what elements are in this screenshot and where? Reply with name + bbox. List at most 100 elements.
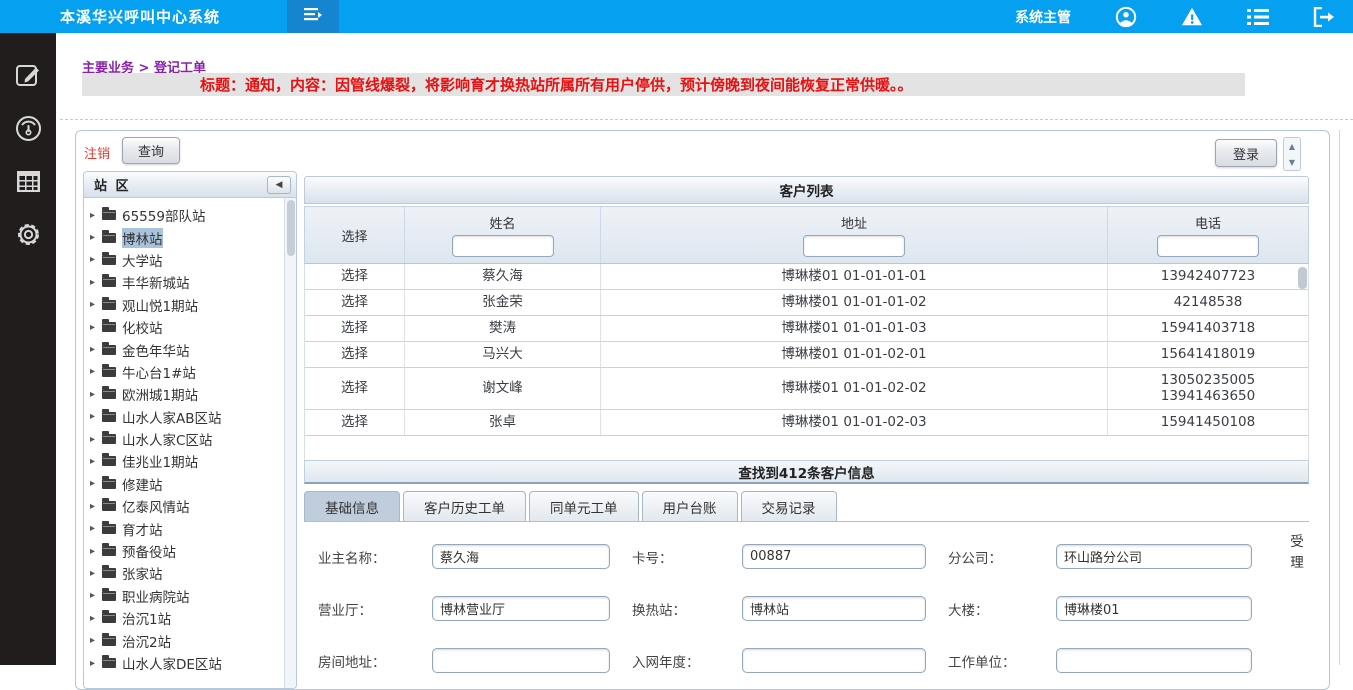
card-number-field[interactable] — [742, 544, 926, 569]
customer-rows: 选择蔡久海博琳楼01 01-01-01-0113942407723选择张金荣博琳… — [304, 264, 1309, 460]
caret-right-icon[interactable]: ▸ — [90, 523, 102, 534]
table-row: 选择谢文峰博琳楼01 01-01-02-0213050235005 139414… — [305, 368, 1308, 411]
row-phone: 15941403718 — [1108, 316, 1308, 341]
room-address-field[interactable] — [432, 648, 610, 673]
tab-same-unit-orders[interactable]: 同单元工单 — [529, 491, 639, 521]
row-select-link[interactable]: 选择 — [305, 290, 405, 315]
tree-item[interactable]: ▸欧洲城1期站 — [90, 383, 296, 405]
grid-table-icon[interactable] — [14, 167, 42, 195]
menu-list-icon[interactable] — [1247, 6, 1269, 28]
work-unit-field[interactable] — [1056, 648, 1252, 673]
dashboard-gauge-icon[interactable] — [14, 114, 42, 142]
tab-user-ledger[interactable]: 用户台账 — [642, 491, 738, 521]
caret-right-icon[interactable]: ▸ — [90, 366, 102, 377]
tree-item[interactable]: ▸亿泰风情站 — [90, 495, 296, 517]
caret-right-icon[interactable]: ▸ — [90, 389, 102, 400]
tab-transaction-records[interactable]: 交易记录 — [741, 491, 837, 521]
caret-right-icon[interactable]: ▸ — [90, 635, 102, 646]
caret-right-icon[interactable]: ▸ — [90, 299, 102, 310]
caret-right-icon[interactable]: ▸ — [90, 501, 102, 512]
row-select-link[interactable]: 选择 — [305, 316, 405, 341]
tree-item[interactable]: ▸大学站 — [90, 249, 296, 271]
tree-item[interactable]: ▸ 65559部队站 — [90, 204, 296, 226]
network-entry-year-field[interactable] — [742, 648, 926, 673]
panel-scrollbar[interactable]: ▲ ▼ — [1283, 137, 1301, 171]
caret-right-icon[interactable]: ▸ — [90, 613, 102, 624]
tree-item[interactable]: ▸治沉1站 — [90, 607, 296, 629]
folder-icon — [102, 591, 116, 601]
heat-exchange-station-field[interactable] — [742, 596, 926, 621]
tree-item[interactable]: ▸ 牛心台1#站 — [90, 361, 296, 383]
customer-list-title: 客户列表 — [304, 176, 1309, 204]
tree-item[interactable]: ▸金色年华站 — [90, 338, 296, 360]
tree-scroll-thumb[interactable] — [287, 200, 295, 256]
caret-right-icon[interactable]: ▸ — [90, 210, 102, 221]
row-phone: 13942407723 — [1108, 264, 1308, 289]
tree-item[interactable]: ▸治沉2站 — [90, 629, 296, 651]
folder-icon — [102, 546, 116, 556]
caret-right-icon[interactable]: ▸ — [90, 411, 102, 422]
rows-scroll-thumb[interactable] — [1298, 267, 1307, 289]
tree-item[interactable]: ▸山水人家AB区站 — [90, 406, 296, 428]
caret-right-icon[interactable]: ▸ — [90, 658, 102, 669]
caret-right-icon[interactable]: ▸ — [90, 568, 102, 579]
caret-right-icon[interactable]: ▸ — [90, 254, 102, 265]
tree-item-label: 65559部队站 — [122, 205, 205, 225]
caret-right-icon[interactable]: ▸ — [90, 232, 102, 243]
caret-right-icon[interactable]: ▸ — [90, 434, 102, 445]
tree-item[interactable]: ▸山水人家DE区站 — [90, 652, 296, 674]
phone-filter-input[interactable] — [1157, 235, 1259, 257]
tree-item[interactable]: ▸观山悦1期站 — [90, 294, 296, 316]
row-select-link[interactable]: 选择 — [305, 342, 405, 367]
tree-item[interactable]: ▸化校站 — [90, 316, 296, 338]
collapse-panel-icon[interactable]: ◀ — [267, 176, 291, 194]
tree-item[interactable]: ▸山水人家C区站 — [90, 428, 296, 450]
caret-right-icon[interactable]: ▸ — [90, 322, 102, 333]
settings-gear-icon[interactable] — [14, 220, 42, 248]
name-filter-input[interactable] — [452, 235, 554, 257]
tree-item[interactable]: ▸职业病院站 — [90, 585, 296, 607]
caret-right-icon[interactable]: ▸ — [90, 546, 102, 557]
building-field[interactable] — [1056, 596, 1252, 621]
tree-item[interactable]: ▸育才站 — [90, 517, 296, 539]
tree-item-label: 牛心台1#站 — [122, 362, 196, 382]
login-button[interactable]: 登录 — [1215, 139, 1277, 167]
edit-order-icon[interactable] — [14, 61, 42, 89]
folder-icon — [102, 658, 116, 668]
basic-info-form: 业主名称：卡号：分公司：营业厅：换热站：大楼：房间地址：入网年度：工作单位： 受… — [304, 522, 1309, 673]
main-panel: 注销 查询 登录 ▲ ▼ 站 区 ◀ ▸65559部队站▸博林站▸大学站▸丰华新… — [75, 130, 1330, 690]
folder-icon — [102, 255, 116, 265]
caret-right-icon[interactable]: ▸ — [90, 456, 102, 467]
tab-basic-info[interactable]: 基础信息 — [304, 491, 400, 521]
tree-item[interactable]: ▸张家站 — [90, 562, 296, 584]
scroll-up-icon[interactable]: ▲ — [1284, 138, 1300, 154]
business-hall-field[interactable] — [432, 596, 610, 621]
tree-item[interactable]: ▸丰华新城站 — [90, 271, 296, 293]
alert-icon[interactable] — [1181, 6, 1203, 28]
tree-scrollbar[interactable] — [284, 198, 296, 689]
left-nav-rail — [0, 33, 56, 665]
caret-right-icon[interactable]: ▸ — [90, 590, 102, 601]
tree-item[interactable]: ▸佳兆业1期站 — [90, 450, 296, 472]
accept-button[interactable]: 受理 — [1289, 532, 1305, 574]
caret-right-icon[interactable]: ▸ — [90, 277, 102, 288]
scroll-down-icon[interactable]: ▼ — [1284, 154, 1300, 170]
caret-right-icon[interactable]: ▸ — [90, 478, 102, 489]
tree-item[interactable]: ▸修建站 — [90, 473, 296, 495]
row-select-link[interactable]: 选择 — [305, 264, 405, 289]
row-select-link[interactable]: 选择 — [305, 410, 405, 435]
user-profile-icon[interactable] — [1115, 6, 1137, 28]
tab-customer-history-orders[interactable]: 客户历史工单 — [403, 491, 526, 521]
logout-text[interactable]: 注销 — [84, 143, 110, 162]
owner-name-field[interactable] — [432, 544, 610, 569]
logout-icon[interactable] — [1313, 6, 1335, 28]
tree-item[interactable]: ▸博林站 — [90, 226, 296, 248]
row-select-link[interactable]: 选择 — [305, 368, 405, 410]
query-button[interactable]: 查询 — [122, 137, 180, 164]
sidebar-toggle-button[interactable] — [287, 0, 339, 33]
heat-exchange-station-label: 换热站： — [632, 599, 720, 619]
address-filter-input[interactable] — [803, 235, 905, 257]
branch-company-field[interactable] — [1056, 544, 1252, 569]
tree-item[interactable]: ▸预备役站 — [90, 540, 296, 562]
caret-right-icon[interactable]: ▸ — [90, 344, 102, 355]
